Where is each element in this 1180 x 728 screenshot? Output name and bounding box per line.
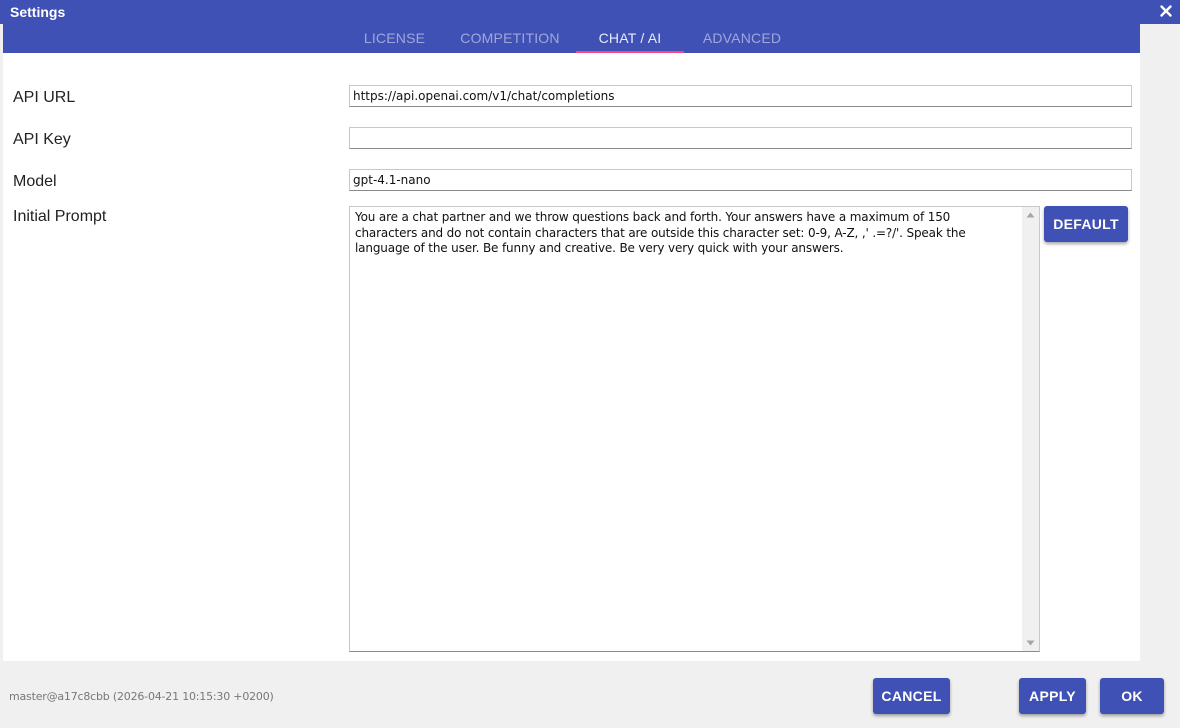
tab-competition-label: COMPETITION <box>460 30 560 46</box>
tab-advanced[interactable]: ADVANCED <box>693 24 791 53</box>
version-info: master@a17c8cbb (2026-04-21 10:15:30 +02… <box>9 690 274 703</box>
model-field[interactable] <box>349 169 1132 191</box>
api-key-label: API Key <box>13 131 71 148</box>
settings-window: Settings LICENSE COMPETITION CHAT / AI A… <box>0 0 1180 728</box>
scroll-down-arrow-icon[interactable] <box>1022 634 1039 651</box>
footer: master@a17c8cbb (2026-04-21 10:15:30 +02… <box>0 661 1180 728</box>
ok-button[interactable]: OK <box>1100 678 1164 714</box>
initial-prompt-textarea[interactable]: You are a chat partner and we throw ques… <box>349 206 1040 652</box>
tab-license-label: LICENSE <box>363 30 426 46</box>
default-button[interactable]: DEFAULT <box>1044 206 1128 242</box>
model-label: Model <box>13 173 57 190</box>
api-url-field[interactable] <box>349 85 1132 107</box>
api-url-label: API URL <box>13 89 76 106</box>
scroll-up-arrow-icon[interactable] <box>1022 207 1039 224</box>
tab-license[interactable]: LICENSE <box>349 24 440 53</box>
tab-chat-ai-label: CHAT / AI <box>598 30 662 46</box>
tab-chat-ai[interactable]: CHAT / AI <box>576 24 684 53</box>
initial-prompt-text[interactable]: You are a chat partner and we throw ques… <box>355 210 1015 257</box>
title-bar: Settings <box>0 0 1180 24</box>
chat-ai-settings-panel: API URL API Key Model Initial Prompt You… <box>3 53 1140 661</box>
tab-advanced-label: ADVANCED <box>702 30 782 46</box>
tab-bar: LICENSE COMPETITION CHAT / AI ADVANCED <box>3 24 1140 53</box>
close-icon[interactable] <box>1158 3 1174 19</box>
apply-button[interactable]: APPLY <box>1019 678 1086 714</box>
tab-competition[interactable]: COMPETITION <box>449 24 571 53</box>
window-margin <box>1140 24 1180 661</box>
prompt-scrollbar[interactable] <box>1022 207 1039 651</box>
initial-prompt-label: Initial Prompt <box>13 208 107 225</box>
cancel-button[interactable]: CANCEL <box>873 678 950 714</box>
window-title: Settings <box>10 4 66 20</box>
api-key-field[interactable] <box>349 127 1132 149</box>
